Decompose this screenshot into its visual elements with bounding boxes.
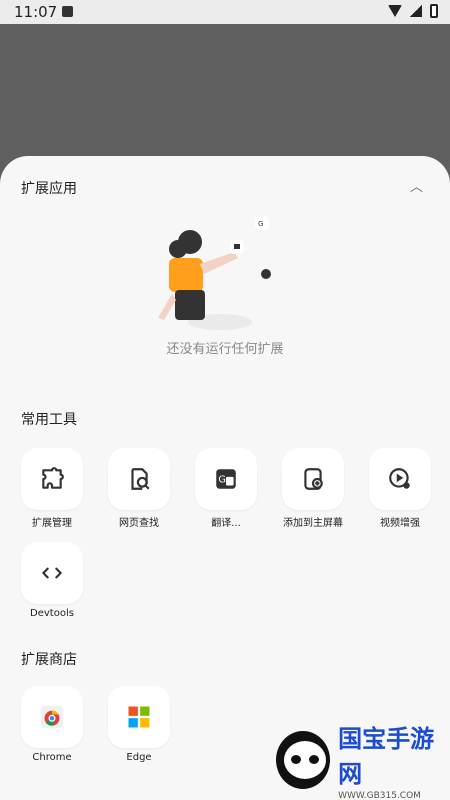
chrome-icon	[40, 705, 64, 729]
svg-text:G: G	[218, 474, 226, 485]
wifi-icon	[388, 5, 402, 17]
tool-translate[interactable]: G	[195, 448, 257, 510]
puzzle-icon	[42, 467, 64, 489]
status-time: 11:07	[14, 3, 58, 21]
tool-label-video-enhance: 视频增强	[380, 518, 420, 529]
status-bar: 11:07	[0, 0, 450, 24]
tool-label-page-search: 网页查找	[119, 518, 159, 529]
edge-icon	[128, 706, 150, 728]
watermark-title: 国宝手游网	[338, 725, 435, 788]
page-search-icon	[131, 468, 150, 490]
store-section-title: 扩展商店	[21, 652, 77, 668]
empty-illustration: G	[158, 216, 271, 330]
watermark: 国宝手游网 WWW.GB315.COM	[260, 720, 450, 800]
tool-label-devtools: Devtools	[30, 608, 74, 619]
store-edge[interactable]	[108, 686, 170, 748]
svg-text:G: G	[258, 220, 263, 228]
status-indicators	[388, 4, 438, 18]
collapse-icon[interactable]: ︿	[410, 181, 423, 194]
watermark-text: 国宝手游网 WWW.GB315.COM	[338, 719, 450, 800]
code-icon	[42, 567, 62, 579]
tool-add-home[interactable]	[282, 448, 344, 510]
translate-icon: G	[216, 469, 236, 489]
store-chrome[interactable]	[21, 686, 83, 748]
video-enhance-icon	[389, 468, 410, 489]
watermark-subtitle: WWW.GB315.COM	[338, 791, 421, 800]
tool-label-extension-manager: 扩展管理	[32, 518, 72, 529]
dimmed-background[interactable]	[0, 24, 450, 156]
tool-label-add-home: 添加到主屏幕	[283, 518, 343, 529]
empty-extensions-text: 还没有运行任何扩展	[166, 342, 284, 357]
tool-video-enhance[interactable]	[369, 448, 431, 510]
extensions-section-title: 扩展应用	[21, 181, 77, 197]
tool-devtools[interactable]	[21, 542, 83, 604]
tool-extension-manager[interactable]	[21, 448, 83, 510]
extensions-sheet: 扩展应用 ︿ G 还没有运行任何扩展 常用工具 扩展管理 网页查找 G 翻译..…	[0, 156, 450, 800]
panda-logo	[276, 731, 331, 789]
tools-section-title: 常用工具	[21, 412, 77, 428]
store-label-chrome: Chrome	[32, 752, 72, 763]
tool-label-translate: 翻译...	[211, 518, 241, 529]
battery-icon	[430, 4, 438, 18]
signal-icon	[410, 5, 422, 17]
store-label-edge: Edge	[126, 752, 152, 763]
tool-page-search[interactable]	[108, 448, 170, 510]
notification-icon	[62, 6, 73, 17]
add-home-icon	[304, 468, 323, 490]
